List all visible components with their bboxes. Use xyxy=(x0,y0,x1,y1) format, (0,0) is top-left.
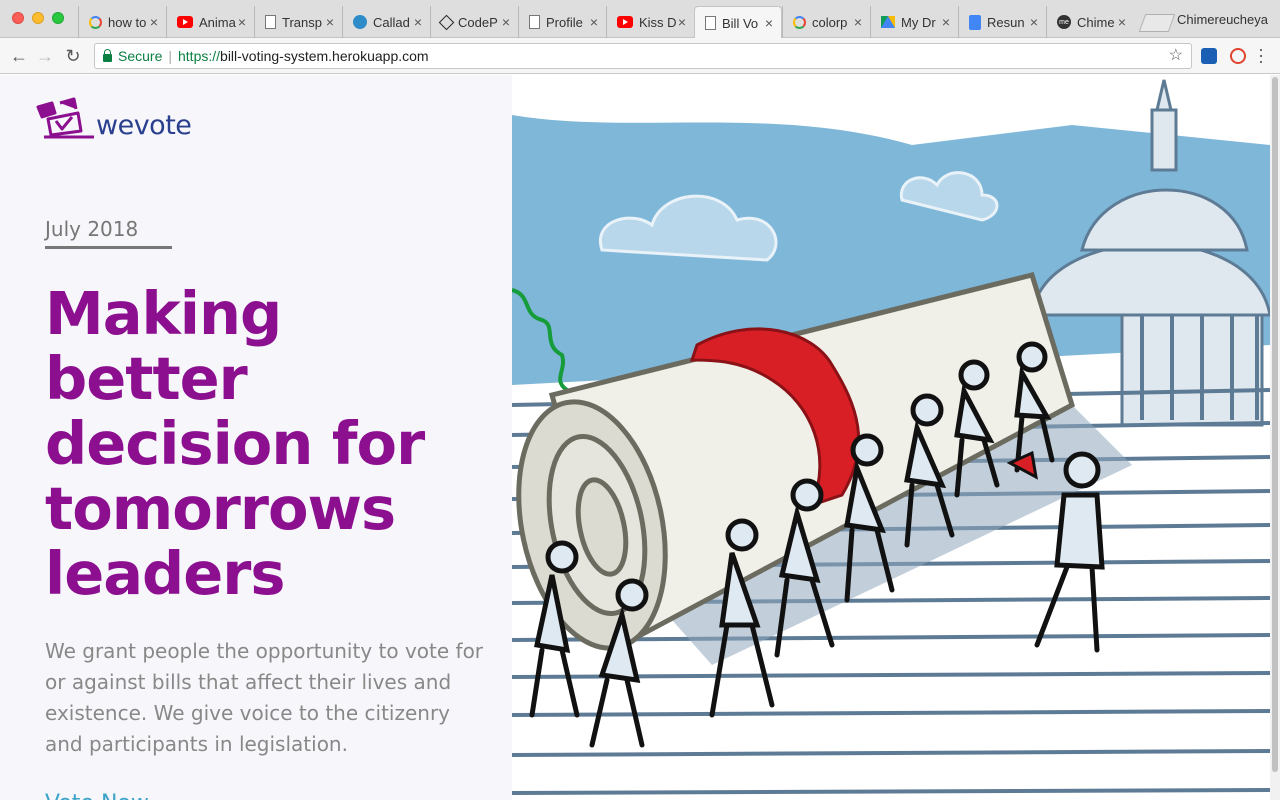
tab-9[interactable]: My Dr × xyxy=(870,6,958,38)
tab-8[interactable]: colorp × xyxy=(782,6,870,38)
tab-10[interactable]: Resun × xyxy=(958,6,1046,38)
google-docs-icon xyxy=(969,14,981,30)
bookmark-star-icon[interactable]: ☆ xyxy=(1169,44,1183,68)
intro-paragraph: We grant people the opportunity to vote … xyxy=(45,639,484,756)
callado-icon xyxy=(353,15,367,29)
url-scheme: https:// xyxy=(178,48,221,64)
tab-title: Callad xyxy=(373,14,410,30)
youtube-icon xyxy=(617,16,633,28)
close-tab-icon[interactable]: × xyxy=(1030,14,1038,30)
security-label: Secure xyxy=(118,48,163,64)
close-tab-icon[interactable]: × xyxy=(942,14,950,30)
maximize-window-button[interactable] xyxy=(52,12,64,24)
page-scrollbar[interactable] xyxy=(1270,75,1280,800)
close-window-button[interactable] xyxy=(12,12,24,24)
tab-6[interactable]: Kiss D × xyxy=(606,6,694,38)
page-content: wevote July 2018 Making better decision … xyxy=(0,75,1280,800)
tab-title: Resun xyxy=(987,14,1025,30)
logo[interactable]: wevote xyxy=(34,93,192,141)
me-icon: me xyxy=(1057,15,1071,29)
close-tab-icon[interactable]: × xyxy=(590,14,598,30)
google-icon xyxy=(89,15,102,29)
logo-text: wevote xyxy=(96,110,192,141)
close-tab-icon[interactable]: × xyxy=(502,14,510,30)
document-icon xyxy=(265,15,276,29)
profile-name[interactable]: Chimereucheya xyxy=(1177,12,1268,27)
hero-text-panel: wevote July 2018 Making better decision … xyxy=(0,75,512,800)
google-drive-icon xyxy=(881,16,895,28)
tab-title: Transp xyxy=(282,14,322,30)
tab-7-active[interactable]: Bill Vo × xyxy=(694,6,782,39)
tab-4[interactable]: CodeP × xyxy=(430,6,518,38)
browser-tab-bar: how to × Anima × Transp × Callad × CodeP × Pr… xyxy=(0,0,1280,39)
minimize-window-button[interactable] xyxy=(32,12,44,24)
tab-title: how to xyxy=(108,14,147,30)
tab-title: My Dr xyxy=(901,14,936,30)
date-underline xyxy=(45,246,172,249)
tab-1[interactable]: Anima × xyxy=(166,6,254,38)
vote-now-link[interactable]: Vote Now xyxy=(45,791,149,800)
tab-title: Anima xyxy=(199,14,236,30)
document-icon xyxy=(705,16,716,30)
close-tab-icon[interactable]: × xyxy=(238,14,246,30)
tab-strip: how to × Anima × Transp × Callad × CodeP × Pr… xyxy=(78,6,1134,39)
codepen-icon xyxy=(438,14,455,30)
tab-title: Chime xyxy=(1077,14,1115,30)
youtube-icon xyxy=(177,16,193,28)
close-tab-icon[interactable]: × xyxy=(326,14,334,30)
ballot-box-logo-icon xyxy=(36,97,94,139)
extension-icon[interactable] xyxy=(1230,48,1246,64)
url-host: bill-voting-system.herokuapp.com xyxy=(220,48,429,64)
tab-0[interactable]: how to × xyxy=(78,6,166,38)
tab-title: Bill Vo xyxy=(722,15,759,31)
tab-11[interactable]: me Chime × xyxy=(1046,6,1134,38)
tab-title: CodeP xyxy=(458,14,498,30)
lock-icon xyxy=(103,49,112,62)
tab-title: colorp xyxy=(812,14,848,30)
tab-2[interactable]: Transp × xyxy=(254,6,342,38)
close-tab-icon[interactable]: × xyxy=(765,15,773,31)
tab-title: Kiss D xyxy=(639,14,677,30)
close-tab-icon[interactable]: × xyxy=(150,14,158,30)
document-icon xyxy=(529,15,540,29)
new-tab-button[interactable] xyxy=(1138,14,1176,32)
forward-arrow-icon[interactable]: → xyxy=(34,45,56,67)
tab-5[interactable]: Profile × xyxy=(518,6,606,38)
address-bar[interactable]: Secure | https://bill-voting-system.heroku… xyxy=(94,43,1192,69)
reload-icon[interactable]: ↻ xyxy=(62,45,84,67)
tab-title: Profile xyxy=(546,14,583,30)
browser-toolbar: ← → ↻ Secure | https://bill-voting-system.… xyxy=(0,38,1280,74)
date-label: July 2018 xyxy=(45,217,139,241)
google-icon xyxy=(793,15,806,29)
close-tab-icon[interactable]: × xyxy=(854,14,862,30)
close-tab-icon[interactable]: × xyxy=(678,14,686,30)
close-tab-icon[interactable]: × xyxy=(414,14,422,30)
page-headline: Making better decision for tomorrows lea… xyxy=(45,279,425,608)
divider: | xyxy=(168,48,172,64)
extension-icon[interactable] xyxy=(1201,48,1217,64)
hero-illustration xyxy=(512,75,1270,800)
tab-3[interactable]: Callad × xyxy=(342,6,430,38)
capitol-steps-illustration xyxy=(512,79,1270,795)
back-arrow-icon[interactable]: ← xyxy=(8,45,30,67)
close-tab-icon[interactable]: × xyxy=(1118,14,1126,30)
scrollbar-thumb[interactable] xyxy=(1272,77,1278,772)
kebab-menu-icon[interactable]: · · · xyxy=(1258,40,1264,70)
